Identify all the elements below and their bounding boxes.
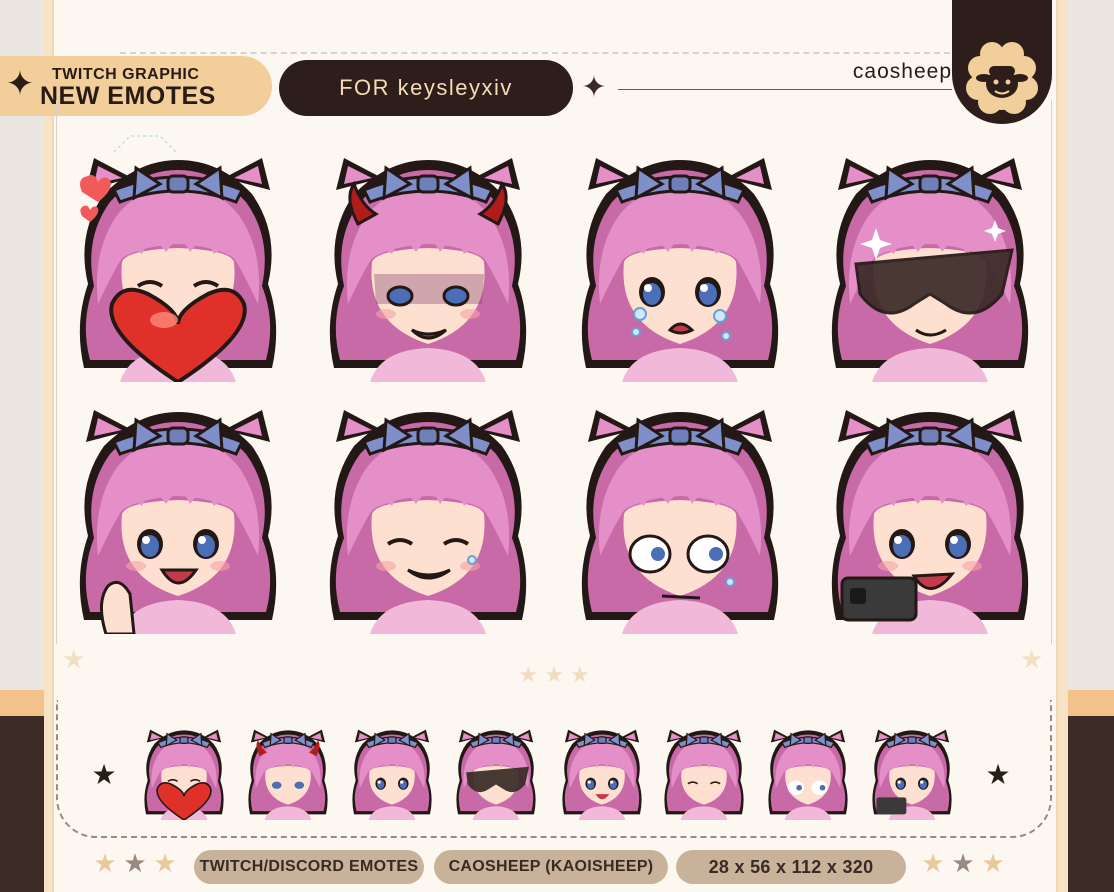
star-icon: ★ [123, 848, 147, 878]
footer-pill-artist: CAOSHEEP (KAOISHEEP) [434, 850, 668, 884]
mini-emote-smile-tear [663, 729, 745, 820]
emote-smile-tear [328, 408, 528, 634]
mini-emote-devil-smirk [247, 729, 329, 820]
star-icon: ★ [93, 848, 117, 878]
header-rule [618, 89, 952, 90]
emote-gun-shout [830, 408, 1030, 634]
star-icon: ★ [153, 848, 177, 878]
top-dashed-line [120, 52, 950, 54]
emote-sunglasses [830, 156, 1030, 382]
brand-name: caosheep [852, 60, 952, 83]
star-row-icon: ★★★ [518, 662, 596, 687]
footer-pill-type: TWITCH/DISCORD EMOTES [194, 850, 424, 884]
mini-emote-gun-shout [871, 729, 953, 820]
star-icon: ★ [981, 848, 1005, 878]
star-icon: ★ [921, 848, 945, 878]
mini-emote-heart-hug [143, 729, 225, 820]
sparkle-icon: ✦ [5, 65, 35, 103]
mini-emote-happy-wave [561, 729, 643, 820]
star-icon: ★ [91, 759, 117, 790]
footer-pill-sizes: 28 x 56 x 112 x 320 [676, 850, 906, 884]
mini-emote-crying [351, 729, 433, 820]
mini-emote-sunglasses [455, 729, 537, 820]
emote-devil-smirk [328, 156, 528, 382]
emote-crying [580, 156, 780, 382]
emote-heart-hug [78, 156, 278, 382]
star-icon: ★ [985, 759, 1011, 790]
emote-side-eye-sweat [580, 408, 780, 634]
mini-emote-side-eye-sweat [767, 729, 849, 820]
emote-happy-wave [78, 408, 278, 634]
star-icon: ★ [951, 848, 975, 878]
